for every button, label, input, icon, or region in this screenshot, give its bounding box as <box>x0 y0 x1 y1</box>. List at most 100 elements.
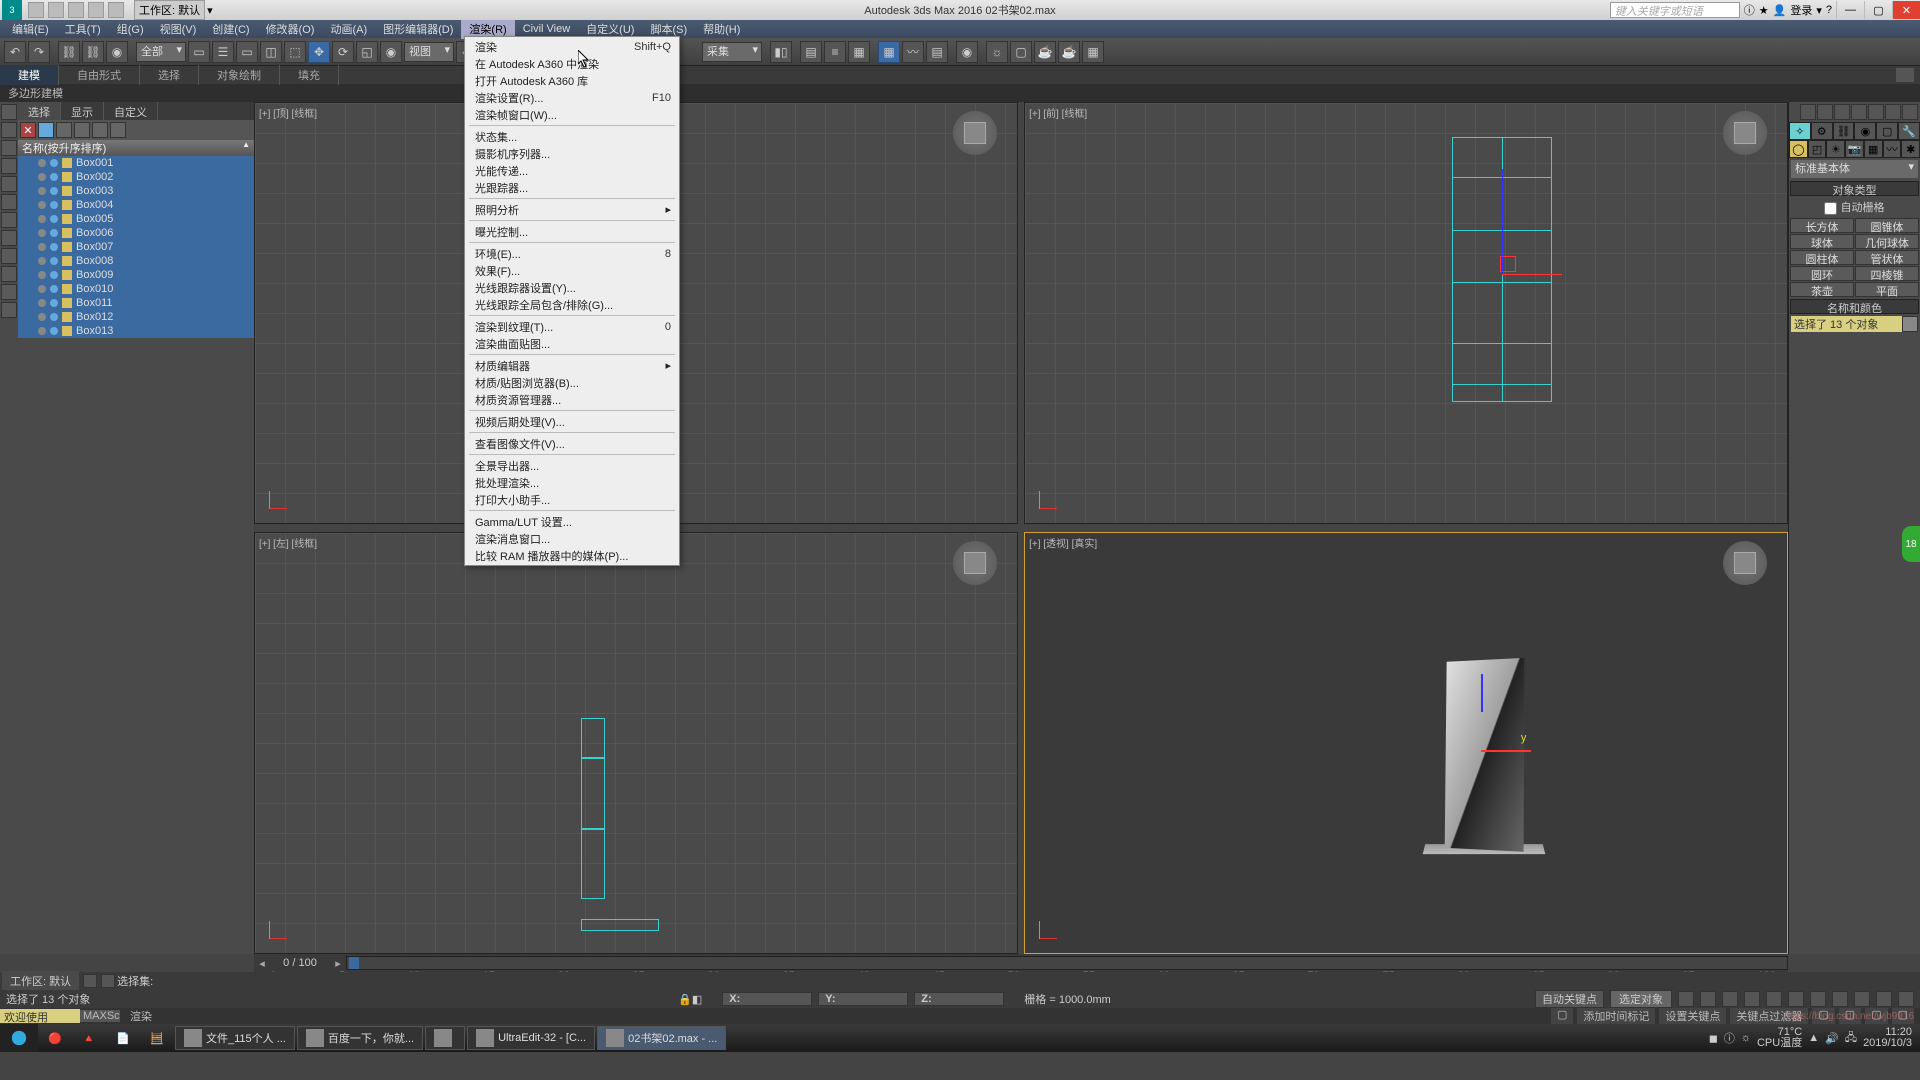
primitive-button[interactable]: 长方体 <box>1790 218 1854 233</box>
qat-redo-icon[interactable] <box>108 2 124 18</box>
scene-item[interactable]: Box010 <box>18 282 254 296</box>
align-button[interactable]: ▤ <box>800 41 822 63</box>
display-xref-icon[interactable] <box>1 266 17 282</box>
menu-item[interactable]: 照明分析▸ <box>465 201 679 218</box>
primitive-button[interactable]: 四棱锥 <box>1855 266 1919 281</box>
menu-item[interactable]: 环境(E)...8 <box>465 245 679 262</box>
timeline-track[interactable] <box>346 956 1788 970</box>
clock[interactable]: 11:202019/10/3 <box>1863 1027 1912 1049</box>
iso-icon[interactable]: ◧ <box>692 993 702 1006</box>
ribbon-tab[interactable]: 自由形式 <box>59 65 140 85</box>
y-input[interactable]: Y: <box>818 992 908 1006</box>
freeze-icon[interactable] <box>50 313 58 321</box>
minimize-button[interactable]: — <box>1836 1 1864 19</box>
visibility-icon[interactable] <box>38 201 46 209</box>
qat-open-icon[interactable] <box>48 2 64 18</box>
maxscript-badge[interactable]: MAXSc <box>80 1010 120 1022</box>
scene-tab[interactable]: 显示 <box>61 102 104 120</box>
menu-item[interactable]: 材质编辑器▸ <box>465 357 679 374</box>
close-button[interactable]: ✕ <box>1892 1 1920 19</box>
menu-item[interactable]: 修改器(O) <box>258 19 323 39</box>
tray-volume-icon[interactable]: 🔊 <box>1825 1032 1839 1045</box>
scene-item[interactable]: Box011 <box>18 296 254 310</box>
info-icon[interactable]: ⓘ <box>1744 2 1755 18</box>
expand-icon[interactable] <box>110 122 126 138</box>
visibility-icon[interactable] <box>38 299 46 307</box>
window-crossing-button[interactable]: ◫ <box>260 41 282 63</box>
sync-icon[interactable] <box>92 122 108 138</box>
shapes-subtab[interactable]: ◰ <box>1808 140 1827 158</box>
side-widget[interactable]: 18 <box>1902 526 1920 562</box>
tray-icon[interactable]: ▲ <box>1808 1032 1819 1044</box>
undo-button[interactable]: ↶ <box>4 41 26 63</box>
taskbar-task[interactable]: 文件_115个人 ... <box>175 1026 295 1050</box>
primitive-button[interactable]: 几何球体 <box>1855 234 1919 249</box>
menu-item[interactable]: 创建(C) <box>204 19 257 39</box>
primitive-button[interactable]: 平面 <box>1855 282 1919 297</box>
menu-item[interactable]: 编辑(E) <box>4 19 57 39</box>
time-tag-label[interactable]: 添加时间标记 <box>1577 1008 1655 1024</box>
space-subtab[interactable]: 〰 <box>1883 140 1902 158</box>
display-space-icon[interactable] <box>1 212 17 228</box>
menu-item[interactable]: 渲染设置(R)...F10 <box>465 89 679 106</box>
autokey-button[interactable]: 自动关键点 <box>1535 990 1604 1008</box>
scene-item[interactable]: Box002 <box>18 170 254 184</box>
menu-item[interactable]: 在 Autodesk A360 中渲染 <box>465 55 679 72</box>
tray-icon[interactable]: ☼ <box>1741 1032 1751 1044</box>
layer-explorer-button[interactable]: ▦ <box>848 41 870 63</box>
menu-item[interactable]: 渲染Shift+Q <box>465 38 679 55</box>
render-frame-button[interactable]: ▢ <box>1010 41 1032 63</box>
menu-item[interactable]: 材质/贴图浏览器(B)... <box>465 374 679 391</box>
taskbar-task[interactable]: 02书架02.max - ... <box>597 1026 726 1050</box>
viewport-label[interactable]: [+] [顶] [线框] <box>259 105 317 120</box>
primitive-button[interactable]: 圆锥体 <box>1855 218 1919 233</box>
ref-coord-button[interactable]: ◉ <box>380 41 402 63</box>
menu-item[interactable]: 打开 Autodesk A360 库 <box>465 72 679 89</box>
scene-tab[interactable]: 自定义 <box>104 102 158 120</box>
select-object-button[interactable]: ⬚ <box>284 41 306 63</box>
menu-item[interactable]: 渲染消息窗口... <box>465 530 679 547</box>
render-setup-button[interactable]: ☼ <box>986 41 1008 63</box>
setkey-button[interactable]: 设置关键点 <box>1659 1008 1726 1024</box>
tray-icon[interactable]: ⓘ <box>1724 1030 1735 1046</box>
menu-item[interactable]: 效果(F)... <box>465 262 679 279</box>
selset-icon[interactable] <box>101 974 115 988</box>
nav-pan-button[interactable] <box>1832 991 1848 1007</box>
selection-filter-combo[interactable]: 全部 <box>136 42 186 62</box>
timeline-prev-icon[interactable]: ◂ <box>254 957 270 970</box>
scene-tab[interactable]: 选择 <box>18 102 61 120</box>
menu-item[interactable]: Civil View <box>515 21 578 37</box>
nav-icon[interactable] <box>1800 104 1816 120</box>
named-selection-combo[interactable]: 采集 <box>702 42 762 62</box>
display-geom-icon[interactable] <box>1 122 17 138</box>
z-input[interactable]: Z: <box>914 992 1004 1006</box>
search-icon[interactable] <box>38 122 54 138</box>
time-tag-icon[interactable]: ▢ <box>1551 1008 1573 1024</box>
scene-column-header[interactable]: 名称(按升序排序) <box>18 140 254 156</box>
scene-item[interactable]: Box005 <box>18 212 254 226</box>
material-editor-button[interactable]: ◉ <box>956 41 978 63</box>
scene-item[interactable]: Box001 <box>18 156 254 170</box>
visibility-icon[interactable] <box>38 187 46 195</box>
nav-icon[interactable] <box>1851 104 1867 120</box>
primitive-button[interactable]: 茶壶 <box>1790 282 1854 297</box>
menu-item[interactable]: 帮助(H) <box>695 19 748 39</box>
visibility-icon[interactable] <box>38 271 46 279</box>
taskbar-task[interactable]: UltraEdit-32 - [C... <box>467 1026 595 1050</box>
mirror-button[interactable]: ▮▯ <box>770 41 792 63</box>
utilities-tab[interactable]: 🔧 <box>1898 122 1920 140</box>
scene-item[interactable]: Box012 <box>18 310 254 324</box>
freeze-icon[interactable] <box>50 285 58 293</box>
render-iter-button[interactable]: ▦ <box>1082 41 1104 63</box>
nav-icon[interactable] <box>1868 104 1884 120</box>
menu-item[interactable]: 渲染帧窗口(W)... <box>465 106 679 123</box>
scene-item[interactable]: Box006 <box>18 226 254 240</box>
viewcube[interactable] <box>1723 541 1767 585</box>
menu-item[interactable]: 渲染曲面贴图... <box>465 335 679 352</box>
menu-item[interactable]: 图形编辑器(D) <box>375 19 461 39</box>
visibility-icon[interactable] <box>38 327 46 335</box>
autogrid-checkbox[interactable]: 自动栅格 <box>1789 197 1920 217</box>
menu-item[interactable]: 动画(A) <box>322 19 375 39</box>
primitive-button[interactable]: 管状体 <box>1855 250 1919 265</box>
nav-zoom-button[interactable] <box>1854 991 1870 1007</box>
